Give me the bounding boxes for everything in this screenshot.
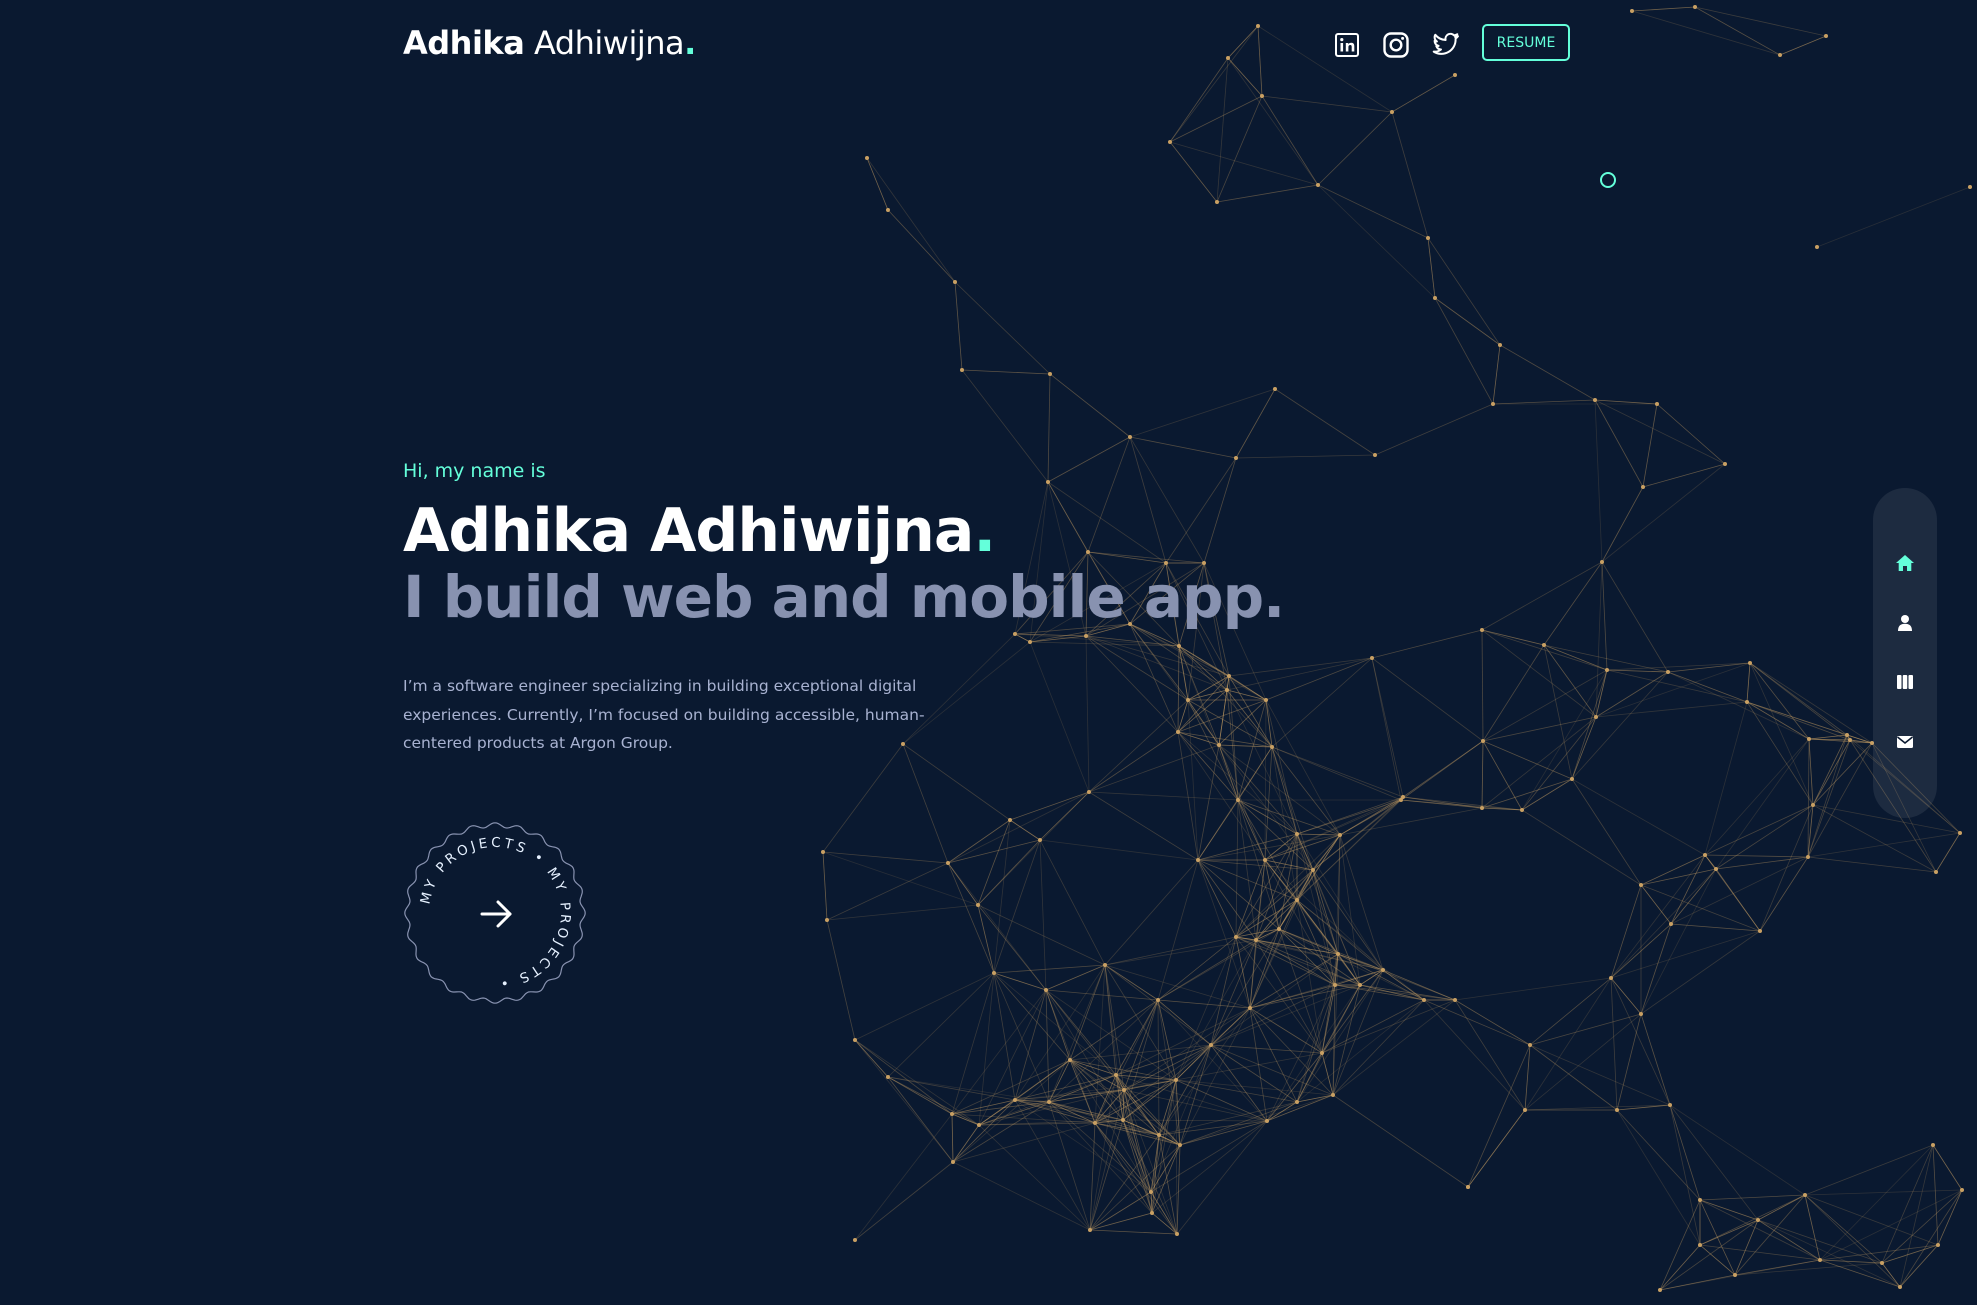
logo-last-name: Adhiwijna xyxy=(533,24,685,62)
logo-first-name: Adhika xyxy=(403,24,525,62)
linkedin-icon[interactable] xyxy=(1332,30,1362,60)
hero-name-text: Adhika Adhiwijna xyxy=(403,496,974,566)
particle-network-background xyxy=(821,5,1972,1292)
hero-bio: I’m a software engineer specializing in … xyxy=(403,677,925,752)
side-navigation xyxy=(1873,488,1937,818)
instagram-icon[interactable] xyxy=(1381,30,1411,60)
arrow-right-icon xyxy=(480,900,512,928)
my-projects-button[interactable]: MY PROJECTS • MY PROJECTS • xyxy=(402,820,588,1006)
hero-name: Adhika Adhiwijna. xyxy=(403,496,996,566)
logo-dot: . xyxy=(684,24,696,62)
resume-button[interactable]: RESUME xyxy=(1482,24,1570,61)
hero-tagline: I build web and mobile app. xyxy=(403,563,1285,631)
home-icon[interactable] xyxy=(1892,550,1918,576)
cursor-follower xyxy=(1600,172,1616,188)
hero-name-dot: . xyxy=(973,496,996,566)
greeting: Hi, my name is xyxy=(403,460,546,482)
network-nodes xyxy=(821,5,1972,1292)
twitter-icon[interactable] xyxy=(1431,30,1461,60)
mail-icon[interactable] xyxy=(1892,729,1918,755)
user-icon[interactable] xyxy=(1892,610,1918,636)
columns-icon[interactable] xyxy=(1892,669,1918,695)
site-logo[interactable]: Adhika Adhiwijna. xyxy=(403,24,696,62)
network-links xyxy=(822,6,1971,1291)
